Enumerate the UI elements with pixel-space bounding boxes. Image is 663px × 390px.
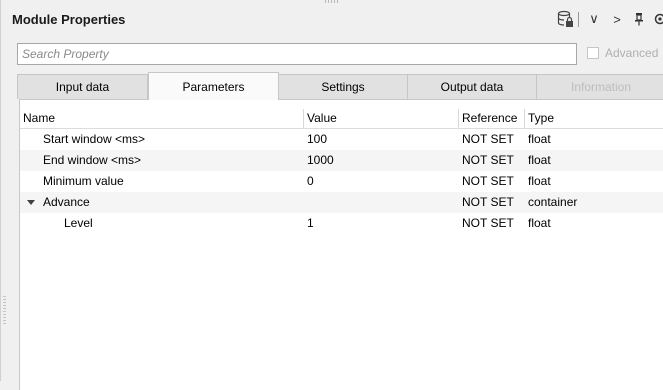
properties-table: Name Value Reference Type Start window <… [19,99,663,390]
row-reference: NOT SET [462,213,514,234]
table-row[interactable]: Advance NOT SET container [20,192,663,213]
advanced-checkbox-box [587,47,599,59]
table-row[interactable]: End window <ms> 1000 NOT SET float [20,150,663,171]
toolbar-separator [578,12,579,27]
panel-title: Module Properties [12,12,125,27]
table-header: Name Value Reference Type [20,109,663,129]
search-input[interactable] [17,43,577,65]
row-name: Start window <ms> [43,129,145,150]
chevron-down-icon[interactable]: ∨ [586,9,602,29]
pin-icon[interactable] [632,9,646,29]
tab-information: Information [536,74,663,99]
tab-settings[interactable]: Settings [278,74,408,99]
row-type: float [528,213,551,234]
row-value[interactable]: 0 [307,171,314,192]
column-header-reference[interactable]: Reference [459,109,517,128]
advanced-checkbox-label: Advanced [605,46,658,60]
column-header-name[interactable]: Name [20,109,55,128]
table-row[interactable]: Minimum value 0 NOT SET float [20,171,663,192]
row-reference: NOT SET [462,171,514,192]
panel-resize-handle[interactable] [3,296,6,324]
tab-output-data[interactable]: Output data [407,74,537,99]
chevron-right-icon[interactable]: > [610,9,624,29]
table-row[interactable]: Level 1 NOT SET float [20,213,663,234]
table-row[interactable]: Start window <ms> 100 NOT SET float [20,129,663,150]
row-value[interactable]: 1000 [307,150,334,171]
tab-parameters[interactable]: Parameters [148,72,279,100]
gear-icon[interactable] [653,9,663,29]
database-lock-icon[interactable] [555,9,575,29]
panel-left-border [0,0,1,381]
column-header-type[interactable]: Type [525,109,554,128]
row-reference: NOT SET [462,129,514,150]
row-type: float [528,129,551,150]
row-value[interactable]: 100 [307,129,327,150]
panel-drag-handle[interactable] [325,0,339,3]
row-type: float [528,150,551,171]
column-header-value[interactable]: Value [304,109,337,128]
row-name: End window <ms> [43,150,141,171]
advanced-checkbox: Advanced [587,46,658,60]
expand-triangle-icon[interactable] [26,192,36,213]
tab-input-data[interactable]: Input data [17,74,148,99]
row-value[interactable]: 1 [307,213,314,234]
row-reference: NOT SET [462,150,514,171]
row-name: Level [64,213,93,234]
row-type: float [528,171,551,192]
row-name: Minimum value [43,171,124,192]
row-name: Advance [43,192,90,213]
row-reference: NOT SET [462,192,514,213]
row-type: container [528,192,577,213]
